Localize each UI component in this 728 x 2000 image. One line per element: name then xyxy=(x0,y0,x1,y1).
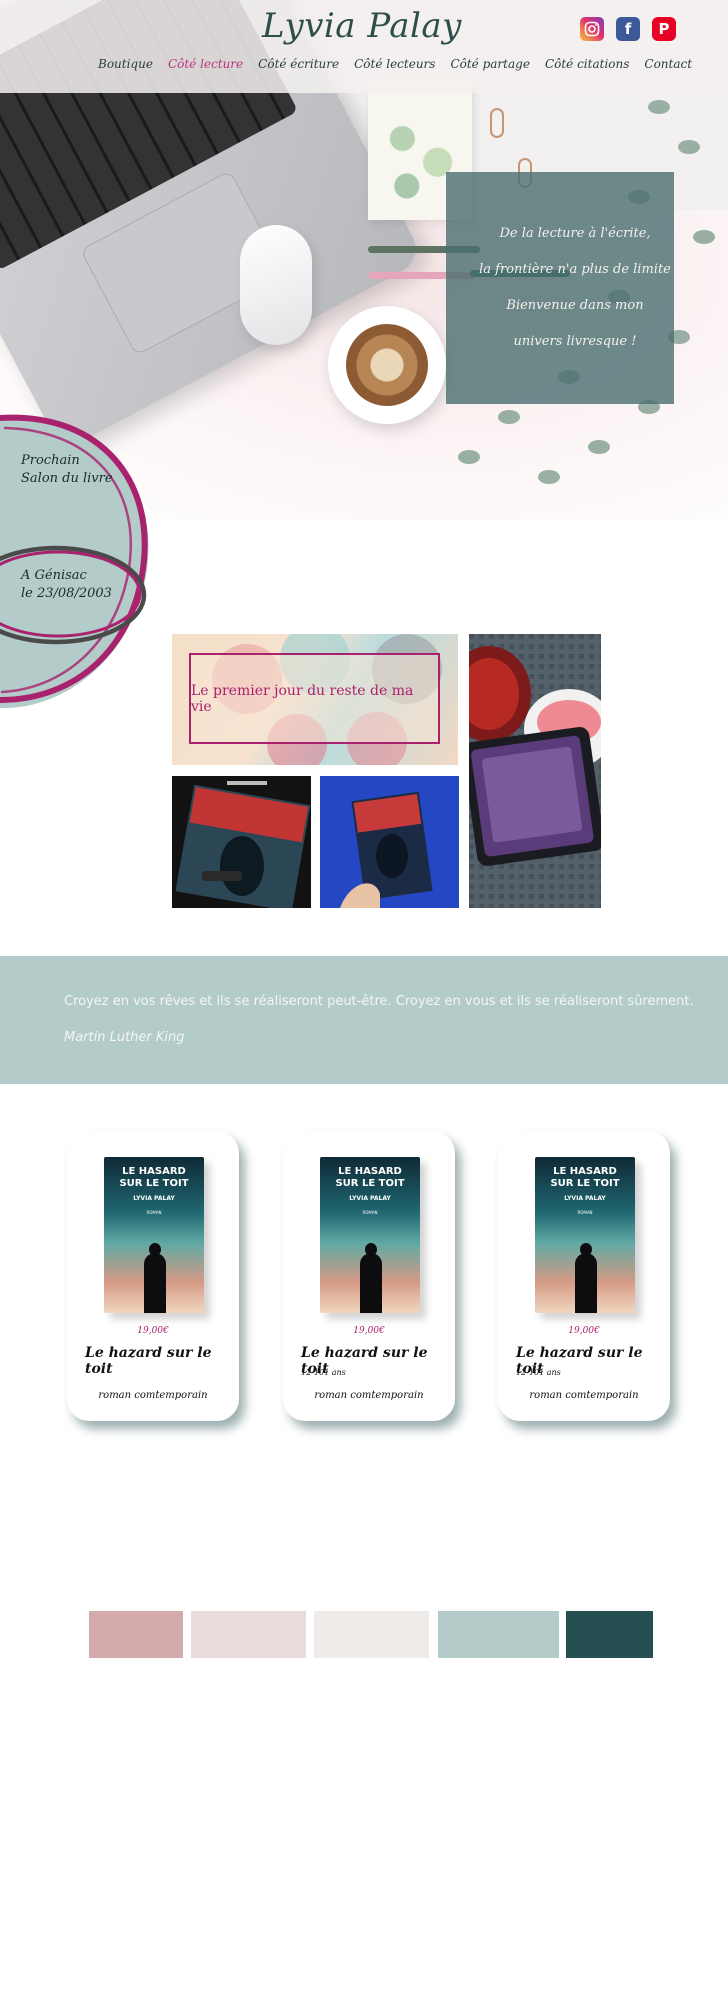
site-logo[interactable]: Lyvia Palay xyxy=(262,6,462,46)
book-genre: roman comtemporain xyxy=(529,1390,639,1401)
hero-quote-line: la frontière n'a plus de limite xyxy=(479,262,671,277)
book-title[interactable]: Le hazard sur le toit xyxy=(85,1345,239,1377)
site-header: Lyvia Palay f P Boutique Côté lecture Cô… xyxy=(0,0,728,93)
nav-contact[interactable]: Contact xyxy=(644,57,692,71)
featured-book-title: Le premier jour du reste de ma vie xyxy=(191,682,414,715)
citation-band: Croyez en vos rêves et ils se réaliseron… xyxy=(0,956,728,1084)
color-swatch xyxy=(89,1611,183,1658)
book-photo-icon xyxy=(172,776,311,908)
book-price: 19,00€ xyxy=(137,1326,169,1336)
book-price: 19,00€ xyxy=(353,1326,385,1336)
nav-boutique[interactable]: Boutique xyxy=(98,57,153,71)
hero-quote-line: De la lecture à l'écrite, xyxy=(499,226,651,241)
hero-quote-line: Bienvenue dans mon xyxy=(506,298,644,313)
mouse-image xyxy=(240,225,312,345)
nav-cote-partage[interactable]: Côté partage xyxy=(450,57,529,71)
silhouette-icon xyxy=(575,1243,597,1313)
book-age: 12-101 ans xyxy=(516,1368,561,1377)
book-cover-label: ROMAN xyxy=(146,1210,162,1215)
book-cover-title: LE HASARD SUR LE TOIT xyxy=(335,1166,405,1189)
nav-cote-ecriture[interactable]: Côté écriture xyxy=(258,57,339,71)
salon-title: Prochain Salon du livre xyxy=(21,453,113,486)
book-cover-author: LYVIA PALAY xyxy=(564,1195,606,1202)
color-swatch xyxy=(566,1611,653,1658)
nav-cote-lecteurs[interactable]: Côté lecteurs xyxy=(354,57,435,71)
book-card[interactable]: LE HASARD SUR LE TOIT LYVIA PALAY ROMAN … xyxy=(283,1131,455,1421)
color-swatch xyxy=(438,1611,559,1658)
hero-quote-box: De la lecture à l'écrite, la frontière n… xyxy=(446,172,674,404)
coffee-cup-image xyxy=(328,306,446,424)
facebook-icon[interactable]: f xyxy=(616,17,640,41)
citation-text: Croyez en vos rêves et ils se réaliseron… xyxy=(64,994,694,1009)
phone-macaron-photo-icon xyxy=(469,634,601,908)
gallery-phone-macaron-photo[interactable] xyxy=(469,634,601,908)
book-cover-author: LYVIA PALAY xyxy=(133,1195,175,1202)
gallery-book-photo-dark[interactable] xyxy=(172,776,311,908)
pinterest-icon[interactable]: P xyxy=(652,17,676,41)
book-cover-image: LE HASARD SUR LE TOIT LYVIA PALAY ROMAN xyxy=(104,1157,204,1313)
salon-badge: Prochain Salon du livre A Génisac le 23/… xyxy=(0,410,160,710)
nav-cote-lecture[interactable]: Côté lecture xyxy=(168,57,243,71)
book-genre: roman comtemporain xyxy=(98,1390,208,1401)
book-cover-title: LE HASARD SUR LE TOIT xyxy=(550,1166,620,1189)
silhouette-icon xyxy=(144,1243,166,1313)
featured-book-frame: Le premier jour du reste de ma vie xyxy=(189,653,440,744)
color-swatch xyxy=(191,1611,306,1658)
book-genre: roman comtemporain xyxy=(314,1390,424,1401)
book-price: 19,00€ xyxy=(568,1326,600,1336)
book-cover-label: ROMAN xyxy=(577,1210,593,1215)
book-cover-image: LE HASARD SUR LE TOIT LYVIA PALAY ROMAN xyxy=(320,1157,420,1313)
instagram-icon[interactable] xyxy=(580,17,604,41)
color-swatch xyxy=(314,1611,429,1658)
book-cover-title: LE HASARD SUR LE TOIT xyxy=(119,1166,189,1189)
gallery-book-photo-blue[interactable] xyxy=(320,776,459,908)
book-cover-label: ROMAN xyxy=(362,1210,378,1215)
gallery-featured-book[interactable]: Le premier jour du reste de ma vie xyxy=(172,634,458,765)
book-cover-author: LYVIA PALAY xyxy=(349,1195,391,1202)
citation-author: Martin Luther King xyxy=(64,1030,185,1045)
book-in-hand-photo-icon xyxy=(320,776,459,908)
book-card[interactable]: LE HASARD SUR LE TOIT LYVIA PALAY ROMAN … xyxy=(67,1131,239,1421)
nav-cote-citations[interactable]: Côté citations xyxy=(545,57,629,71)
book-card[interactable]: LE HASARD SUR LE TOIT LYVIA PALAY ROMAN … xyxy=(498,1131,670,1421)
salon-place-date: A Génisac le 23/08/2003 xyxy=(21,568,112,601)
book-age: 12-101 ans xyxy=(301,1368,346,1377)
main-nav: Boutique Côté lecture Côté écriture Côté… xyxy=(98,57,692,71)
hero-quote-line: univers livresque ! xyxy=(513,334,637,349)
book-cover-image: LE HASARD SUR LE TOIT LYVIA PALAY ROMAN xyxy=(535,1157,635,1313)
silhouette-icon xyxy=(360,1243,382,1313)
